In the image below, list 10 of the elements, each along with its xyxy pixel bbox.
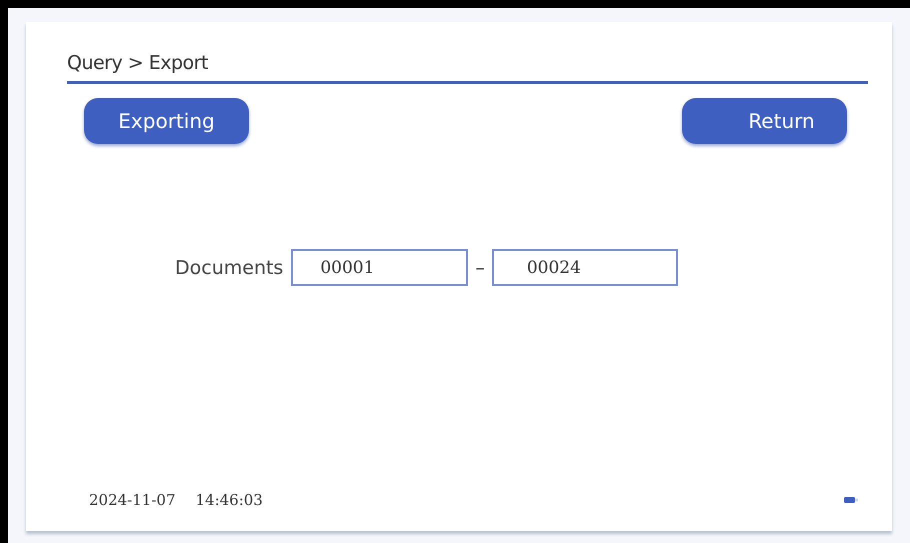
battery-icon bbox=[844, 496, 858, 504]
breadcrumb: Query > Export bbox=[67, 52, 868, 84]
export-button[interactable]: Exporting bbox=[84, 98, 249, 144]
range-separator: – bbox=[475, 256, 485, 278]
status-time: 14:46:03 bbox=[195, 491, 263, 509]
status-date: 2024-11-07 bbox=[89, 491, 176, 509]
start-number-field[interactable]: 00001 bbox=[291, 249, 468, 286]
end-number-field[interactable]: 00024 bbox=[492, 249, 678, 286]
documents-label: Documents bbox=[175, 256, 284, 278]
return-button[interactable]: Return bbox=[682, 98, 847, 144]
